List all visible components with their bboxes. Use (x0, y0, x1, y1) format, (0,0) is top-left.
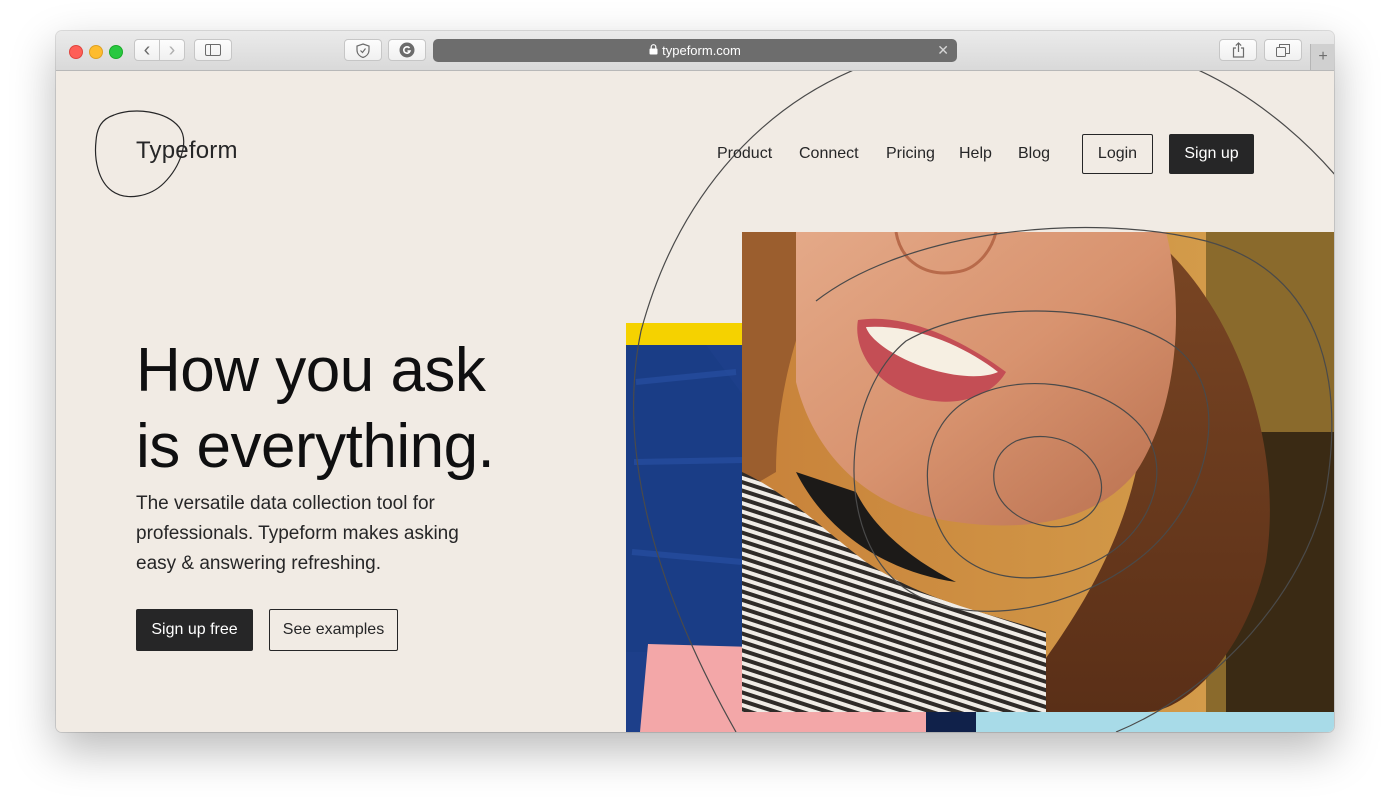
browser-titlebar: ‹ › typeform.com ✕ + (56, 31, 1334, 71)
shield-icon (356, 42, 370, 58)
typeform-logo[interactable]: Typeform (136, 137, 238, 165)
login-button[interactable]: Login (1082, 134, 1153, 174)
lock-icon (649, 43, 658, 58)
see-examples-button[interactable]: See examples (269, 609, 398, 651)
nav-pricing[interactable]: Pricing (886, 145, 935, 163)
tabs-overview-button[interactable] (1264, 39, 1302, 61)
nav-help[interactable]: Help (959, 145, 992, 163)
browser-window: ‹ › typeform.com ✕ + Typeform Product Co… (56, 31, 1334, 732)
hero-headline: How you ask is everything. (136, 333, 495, 485)
hero-subtitle: The versatile data collection tool for p… (136, 493, 459, 574)
zoom-window-button[interactable] (109, 45, 123, 59)
share-button[interactable] (1219, 39, 1257, 61)
plus-icon: + (1318, 48, 1328, 65)
sidebar-toggle-button[interactable] (194, 39, 232, 61)
grammarly-extension-button[interactable] (388, 39, 426, 61)
new-tab-button[interactable]: + (1310, 44, 1334, 70)
forward-button[interactable]: › (159, 39, 185, 61)
sign-up-free-button[interactable]: Sign up free (136, 609, 253, 651)
chevron-left-icon: ‹ (143, 39, 151, 61)
signup-button[interactable]: Sign up (1169, 134, 1254, 174)
nav-connect[interactable]: Connect (799, 145, 859, 163)
address-bar[interactable]: typeform.com ✕ (433, 39, 957, 62)
headline-line-1: How you ask (136, 336, 486, 405)
privacy-report-button[interactable] (344, 39, 382, 61)
sidebar-icon (205, 44, 221, 56)
back-button[interactable]: ‹ (134, 39, 160, 61)
close-window-button[interactable] (69, 45, 83, 59)
chevron-right-icon: › (168, 39, 176, 61)
url-text: typeform.com (662, 43, 741, 58)
share-icon (1232, 42, 1244, 58)
nav-product[interactable]: Product (717, 145, 772, 163)
headline-line-2: is everything. (136, 412, 495, 481)
hero-image-collage (626, 231, 1334, 732)
nav-blog[interactable]: Blog (1018, 145, 1050, 163)
clear-url-icon[interactable]: ✕ (937, 42, 949, 59)
grammarly-icon (399, 42, 415, 58)
minimize-window-button[interactable] (89, 45, 103, 59)
tabs-icon (1276, 43, 1290, 57)
typeform-page: Typeform Product Connect Pricing Help Bl… (56, 71, 1334, 732)
